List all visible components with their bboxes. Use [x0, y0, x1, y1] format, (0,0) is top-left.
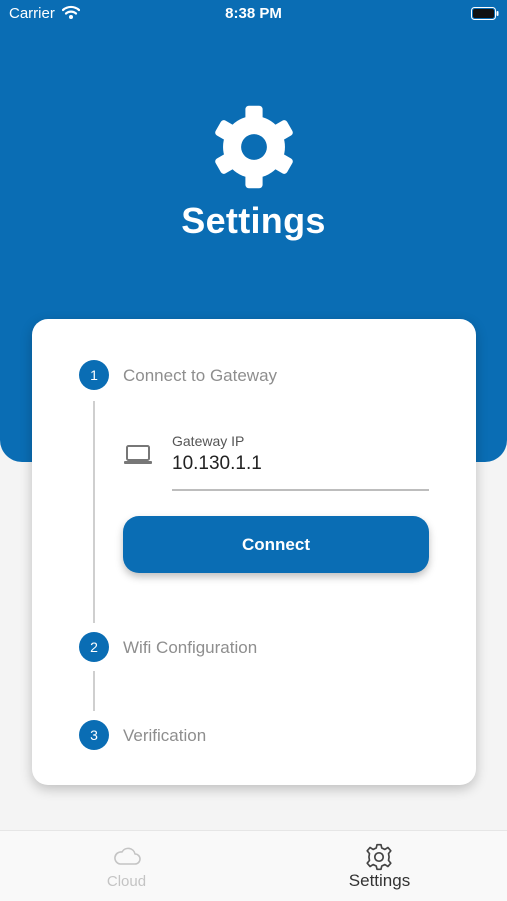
- tab-bar: Cloud Settings: [0, 830, 507, 901]
- battery-icon: [471, 7, 499, 20]
- step-connector: [93, 401, 95, 623]
- gateway-ip-label: Gateway IP: [172, 433, 245, 449]
- step-3-badge: 3: [79, 720, 109, 750]
- gateway-ip-input[interactable]: 10.130.1.1: [172, 453, 262, 475]
- tab-cloud-label: Cloud: [106, 873, 147, 890]
- setup-stepper-card: 1 Connect to Gateway Gateway IP 10.130.1…: [32, 319, 476, 785]
- step-3-label[interactable]: Verification: [123, 726, 206, 746]
- connect-button-label: Connect: [242, 534, 310, 554]
- gear-icon: [366, 843, 392, 871]
- step-1-badge: 1: [79, 360, 109, 390]
- tab-settings[interactable]: Settings: [253, 831, 506, 901]
- laptop-icon: [124, 445, 152, 464]
- input-underline: [172, 489, 429, 491]
- step-connector: [93, 671, 95, 711]
- gear-icon: [215, 105, 293, 189]
- connect-button[interactable]: Connect: [123, 516, 429, 573]
- status-time: 8:38 PM: [225, 5, 282, 22]
- tab-cloud[interactable]: Cloud: [0, 831, 253, 901]
- step-2-badge: 2: [79, 632, 109, 662]
- page-title: Settings: [181, 200, 326, 241]
- step-2-label[interactable]: Wifi Configuration: [123, 638, 257, 658]
- status-bar: Carrier 8:38 PM: [0, 0, 507, 28]
- tab-settings-label: Settings: [348, 871, 411, 890]
- step-1-label[interactable]: Connect to Gateway: [123, 366, 277, 386]
- cloud-icon: [114, 847, 141, 865]
